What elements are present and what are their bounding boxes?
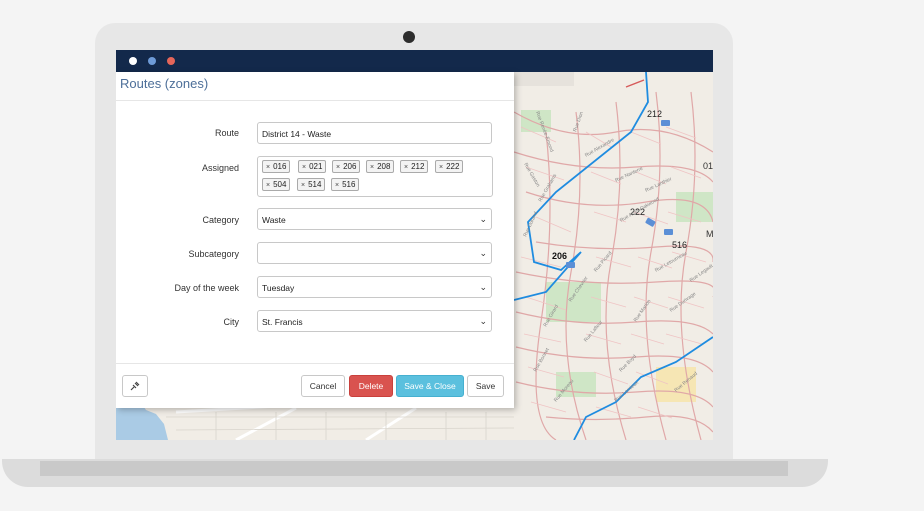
city-select[interactable]: St. Francis ⌄	[257, 310, 492, 332]
pin-button[interactable]	[122, 375, 148, 397]
assigned-label: Assigned	[201, 163, 239, 173]
remove-tag-icon[interactable]: ×	[301, 182, 305, 189]
window-dot-blue[interactable]	[148, 57, 156, 65]
category-select[interactable]: Waste ⌄	[257, 208, 492, 230]
city-select-value: St. Francis	[262, 317, 303, 327]
route-label: Route	[214, 128, 239, 138]
chevron-down-icon: ⌄	[479, 214, 487, 224]
window-dot-red[interactable]	[167, 57, 175, 65]
remove-tag-icon[interactable]: ×	[302, 164, 306, 171]
map-edge-label: M	[706, 229, 713, 239]
subcategory-label: Subcategory	[188, 249, 239, 259]
chevron-down-icon: ⌄	[479, 316, 487, 326]
window-titlebar	[116, 50, 713, 72]
chevron-down-icon: ⌄	[479, 282, 487, 292]
category-label: Category	[202, 215, 239, 225]
cancel-button[interactable]: Cancel	[301, 375, 345, 397]
route-input[interactable]: District 14 - Waste	[257, 122, 492, 144]
assigned-tag[interactable]: × 021	[298, 160, 327, 173]
remove-tag-icon[interactable]: ×	[439, 164, 443, 171]
assigned-tag[interactable]: × 212	[400, 160, 429, 173]
city-label: City	[223, 317, 240, 327]
save-and-close-button[interactable]: Save & Close	[396, 375, 464, 397]
save-button[interactable]: Save	[467, 375, 504, 397]
remove-tag-icon[interactable]: ×	[336, 164, 340, 171]
assigned-tag[interactable]: × 016	[262, 160, 291, 173]
assigned-tag[interactable]: × 206	[332, 160, 361, 173]
pin-icon	[130, 381, 140, 391]
chevron-down-icon: ⌄	[479, 248, 487, 258]
assigned-tag[interactable]: × 208	[366, 160, 395, 173]
window-dot-white[interactable]	[129, 57, 137, 65]
remove-tag-icon[interactable]: ×	[335, 182, 339, 189]
route-label: 206	[552, 251, 567, 261]
assigned-tag[interactable]: × 514	[297, 178, 326, 191]
route-label: 516	[672, 240, 687, 250]
remove-tag-icon[interactable]: ×	[266, 164, 270, 171]
park-area	[676, 192, 713, 222]
route-label: 212	[647, 109, 662, 119]
screen: 212 222 516 206 01 M Rue Renée-Émond Rue …	[116, 50, 713, 440]
truck-marker-icon[interactable]	[566, 262, 575, 268]
day-of-week-label: Day of the week	[174, 283, 239, 293]
routes-dialog: Routes (zones) Route District 14 - Waste…	[116, 72, 514, 408]
remove-tag-icon[interactable]: ×	[404, 164, 408, 171]
dialog-title: Routes (zones)	[120, 76, 209, 91]
day-of-week-select-value: Tuesday	[262, 283, 295, 293]
map-edge-label: 01	[703, 161, 713, 171]
truck-marker-icon[interactable]	[661, 120, 670, 126]
category-select-value: Waste	[262, 215, 286, 225]
day-of-week-select[interactable]: Tuesday ⌄	[257, 276, 492, 298]
delete-button[interactable]: Delete	[349, 375, 393, 397]
truck-marker-icon[interactable]	[664, 229, 673, 235]
assigned-tag[interactable]: × 222	[435, 160, 464, 173]
webcam	[403, 31, 415, 43]
subcategory-select[interactable]: ⌄	[257, 242, 492, 264]
assigned-tag[interactable]: × 504	[262, 178, 291, 191]
assigned-tag[interactable]: × 516	[331, 178, 360, 191]
route-input-value: District 14 - Waste	[262, 129, 332, 139]
remove-tag-icon[interactable]: ×	[266, 182, 270, 189]
remove-tag-icon[interactable]: ×	[370, 164, 374, 171]
header-divider	[116, 100, 514, 101]
footer-divider	[116, 363, 514, 364]
laptop-base-hinge	[40, 461, 788, 476]
assigned-tags-input[interactable]: × 016 × 021 × 206 × 208 × 212 × 222 × 504 × 514 …	[257, 156, 493, 197]
